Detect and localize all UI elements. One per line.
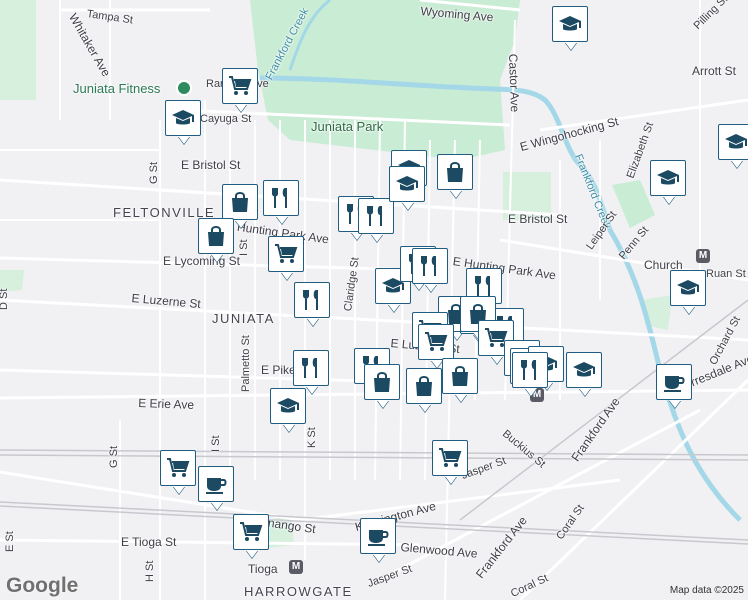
- neighborhood-label: JUNIATA: [212, 311, 275, 326]
- dining-icon: [269, 186, 293, 210]
- street-label: I St: [238, 239, 250, 256]
- dining-icon: [418, 254, 442, 278]
- cafe-marker[interactable]: [656, 364, 692, 400]
- metro-station-icon[interactable]: M: [289, 560, 303, 574]
- dining-marker[interactable]: [263, 180, 299, 216]
- shopping-icon: [239, 520, 263, 544]
- street-label: E Bristol St: [181, 158, 241, 172]
- cafe-icon: [204, 472, 228, 496]
- fitness-marker-icon[interactable]: [176, 80, 192, 96]
- place-label: Juniata Fitness: [73, 81, 161, 96]
- education-icon: [171, 106, 195, 130]
- street-label: Castor Ave: [506, 53, 523, 113]
- street-label: E Bristol St: [508, 212, 568, 226]
- dining-icon: [364, 204, 388, 228]
- education-marker[interactable]: [566, 352, 602, 388]
- education-icon: [395, 172, 419, 196]
- google-logo: Google: [6, 574, 79, 597]
- shopping-marker[interactable]: [418, 324, 454, 360]
- park-label: Juniata Park: [311, 119, 384, 134]
- education-icon: [676, 276, 700, 300]
- dining-icon: [300, 288, 324, 312]
- shopping-icon: [274, 242, 298, 266]
- shopping-marker[interactable]: [222, 68, 258, 104]
- shopping-icon: [424, 330, 448, 354]
- shopping-icon: [166, 456, 190, 480]
- dining-icon: [518, 358, 542, 382]
- education-icon: [724, 130, 748, 154]
- retail-marker[interactable]: [198, 218, 234, 254]
- education-marker[interactable]: [650, 160, 686, 196]
- map-copyright: Map data ©2025: [669, 585, 744, 596]
- dining-marker[interactable]: [358, 198, 394, 234]
- retail-marker[interactable]: [437, 154, 473, 190]
- street-label: Palmetto St: [240, 335, 252, 392]
- street-label: Cayuga St: [200, 113, 252, 125]
- education-icon: [572, 358, 596, 382]
- dining-marker[interactable]: [293, 350, 329, 386]
- retail-icon: [228, 190, 252, 214]
- cafe-icon: [662, 370, 686, 394]
- education-icon: [276, 394, 300, 418]
- education-marker[interactable]: [165, 100, 201, 136]
- shopping-marker[interactable]: [233, 514, 269, 550]
- retail-icon: [204, 224, 228, 248]
- metro-station-icon[interactable]: M: [696, 249, 710, 263]
- street-label: E Lycoming St: [163, 254, 240, 268]
- retail-marker[interactable]: [442, 358, 478, 394]
- street-label: I St: [210, 435, 222, 452]
- retail-marker[interactable]: [222, 184, 258, 220]
- education-marker[interactable]: [552, 6, 588, 42]
- shopping-marker[interactable]: [268, 236, 304, 272]
- dining-icon: [299, 356, 323, 380]
- street-label: Arrott St: [692, 64, 737, 78]
- street-label: Tioga: [248, 562, 278, 576]
- map-canvas[interactable]: FELTONVILLE JUNIATA HARROWGATE Juniata P…: [0, 0, 748, 600]
- shopping-marker[interactable]: [160, 450, 196, 486]
- retail-icon: [412, 374, 436, 398]
- dining-marker[interactable]: [294, 282, 330, 318]
- shopping-marker[interactable]: [432, 440, 468, 476]
- retail-marker[interactable]: [406, 368, 442, 404]
- dining-marker[interactable]: [412, 248, 448, 284]
- street-label: Ruan St: [706, 268, 746, 280]
- cafe-marker[interactable]: [198, 466, 234, 502]
- retail-icon: [448, 364, 472, 388]
- education-icon: [558, 12, 582, 36]
- street-label: G St: [148, 161, 160, 184]
- dining-icon: [472, 274, 496, 298]
- retail-icon: [443, 160, 467, 184]
- shopping-icon: [438, 446, 462, 470]
- street-label: E Tioga St: [121, 535, 177, 549]
- education-marker[interactable]: [718, 124, 748, 160]
- street-label: H St: [144, 560, 156, 582]
- dining-marker[interactable]: [512, 352, 548, 388]
- neighborhood-label: HARROWGATE: [244, 584, 353, 599]
- education-icon: [656, 166, 680, 190]
- education-marker[interactable]: [270, 388, 306, 424]
- cafe-marker[interactable]: [360, 518, 396, 554]
- education-marker[interactable]: [670, 270, 706, 306]
- shopping-icon: [228, 74, 252, 98]
- education-marker[interactable]: [389, 166, 425, 202]
- street-label: D St: [0, 288, 10, 310]
- retail-icon: [370, 370, 394, 394]
- retail-marker[interactable]: [364, 364, 400, 400]
- street-label: E Erie Ave: [138, 396, 195, 412]
- street-label: E St: [4, 531, 16, 552]
- street-label: G St: [108, 445, 120, 468]
- street-label: K St: [306, 427, 318, 448]
- cafe-icon: [366, 524, 390, 548]
